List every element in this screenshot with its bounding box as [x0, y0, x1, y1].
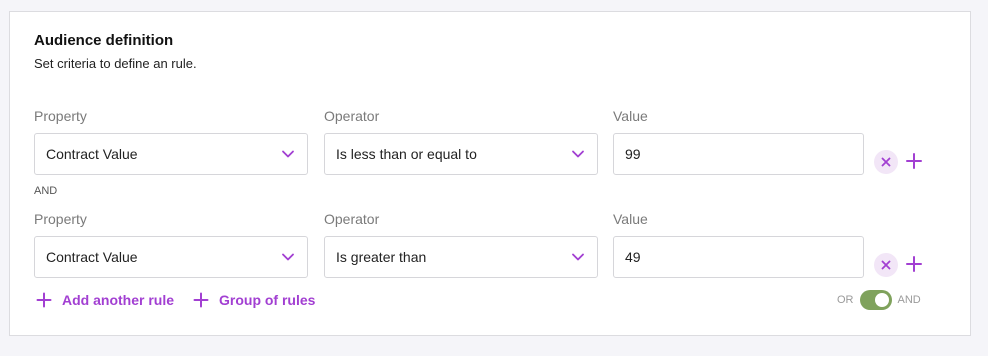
add-another-rule-button[interactable]: Add another rule: [36, 292, 174, 308]
plus-icon: [193, 292, 209, 308]
toggle-or-label: OR: [837, 294, 854, 306]
operator-select[interactable]: Is less than or equal to: [324, 133, 598, 175]
toggle-knob: [874, 293, 889, 307]
value-label: Value: [613, 211, 648, 227]
property-label: Property: [34, 108, 87, 124]
operator-select-value: Is greater than: [336, 249, 427, 265]
close-icon: [881, 260, 891, 270]
operator-select-value: Is less than or equal to: [336, 146, 477, 162]
or-and-toggle[interactable]: [859, 290, 892, 310]
card-title: Audience definition: [34, 32, 174, 49]
value-input[interactable]: 99: [613, 133, 864, 175]
rule-row: Property Operator Value Contract Value I…: [34, 108, 944, 178]
property-label: Property: [34, 211, 87, 227]
group-of-rules-button[interactable]: Group of rules: [193, 292, 315, 308]
plus-icon[interactable]: [905, 152, 923, 170]
plus-icon: [36, 292, 52, 308]
value-input[interactable]: 49: [613, 236, 864, 278]
group-of-rules-label: Group of rules: [219, 292, 316, 308]
chevron-down-icon: [282, 150, 294, 158]
operator-label: Operator: [324, 211, 380, 227]
toggle-and-label: AND: [897, 294, 921, 306]
plus-icon[interactable]: [905, 255, 923, 273]
chevron-down-icon: [572, 150, 584, 158]
chevron-down-icon: [282, 253, 294, 261]
rule-row: Property Operator Value Contract Value I…: [34, 211, 944, 281]
chevron-down-icon: [572, 253, 584, 261]
remove-rule-button[interactable]: [874, 150, 898, 174]
operator-select[interactable]: Is greater than: [324, 236, 598, 278]
close-icon: [881, 157, 891, 167]
connector-label: AND: [34, 185, 58, 197]
audience-definition-card: Audience definition Set criteria to defi…: [9, 11, 971, 336]
property-select[interactable]: Contract Value: [34, 236, 308, 278]
operator-label: Operator: [324, 108, 380, 124]
property-select[interactable]: Contract Value: [34, 133, 308, 175]
value-input-text: 49: [625, 249, 641, 265]
property-select-value: Contract Value: [46, 146, 138, 162]
add-another-rule-label: Add another rule: [62, 292, 175, 308]
value-label: Value: [613, 108, 648, 124]
value-input-text: 99: [625, 146, 641, 162]
remove-rule-button[interactable]: [874, 253, 898, 277]
card-subtitle: Set criteria to define an rule.: [34, 56, 197, 71]
logic-toggle-group: OR AND: [837, 290, 921, 310]
property-select-value: Contract Value: [46, 249, 138, 265]
